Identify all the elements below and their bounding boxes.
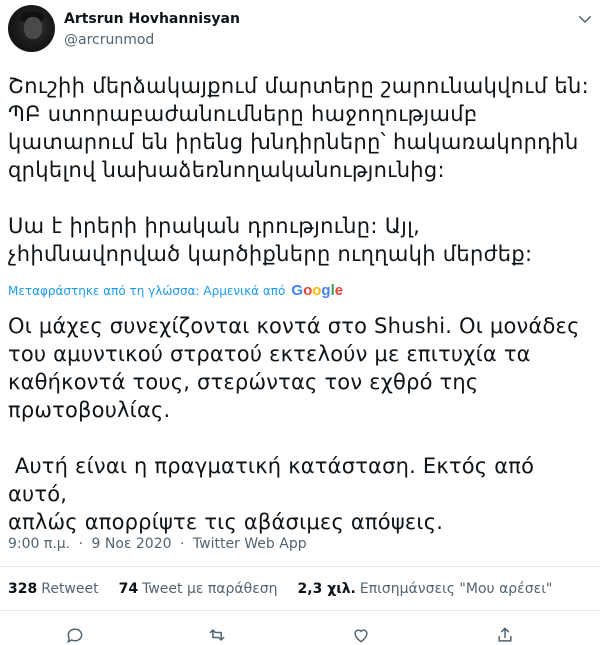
avatar-face bbox=[24, 17, 42, 39]
tweet-translated-text: Οι μάχες συνεχίζονται κοντά στο Shushi. … bbox=[8, 314, 580, 534]
divider bbox=[0, 566, 600, 567]
chevron-down-icon[interactable] bbox=[576, 10, 594, 28]
author-handle[interactable]: @arcrunmod bbox=[64, 30, 240, 50]
translation-note[interactable]: Μεταφράστηκε από τη γλώσσα: Αρμενικά από… bbox=[8, 283, 343, 299]
reply-icon[interactable] bbox=[64, 625, 86, 645]
share-icon[interactable] bbox=[494, 625, 516, 645]
translation-note-text: Μεταφράστηκε από τη γλώσσα: Αρμενικά από bbox=[8, 284, 286, 298]
tweet-source: Twitter Web App bbox=[192, 536, 307, 552]
like-icon[interactable] bbox=[350, 625, 372, 645]
likes-stat[interactable]: 2,3 χιλ. Επισημάνσεις "Μου αρέσει" bbox=[298, 580, 553, 598]
author-name[interactable]: Artsrun Hovhannisyan bbox=[64, 10, 240, 28]
divider bbox=[0, 610, 600, 611]
retweet-icon[interactable] bbox=[206, 625, 228, 645]
author-block[interactable]: Artsrun Hovhannisyan @arcrunmod bbox=[64, 10, 240, 50]
tweet-original-text: Շուշիի մերձակայքում մարտերը շարունակվում… bbox=[8, 74, 589, 266]
meta-separator: · bbox=[179, 536, 185, 552]
tweet-date[interactable]: 9 Νοε 2020 bbox=[91, 536, 171, 552]
tweet-time[interactable]: 9:00 π.μ. bbox=[8, 536, 70, 552]
google-logo: Google bbox=[291, 282, 344, 299]
retweets-stat[interactable]: 328 Retweet bbox=[8, 580, 99, 598]
action-bar bbox=[0, 625, 600, 645]
tweet-meta: 9:00 π.μ. · 9 Νοε 2020 · Twitter Web App bbox=[8, 535, 307, 553]
meta-separator: · bbox=[78, 536, 84, 552]
likes-count: 2,3 χιλ. bbox=[297, 581, 356, 597]
tweet-stats: 328 Retweet 74 Tweet με παράθεση 2,3 χιλ. Ε… bbox=[8, 580, 572, 598]
quotes-stat[interactable]: 74 Tweet με παράθεση bbox=[119, 580, 278, 598]
retweets-count: 328 bbox=[8, 581, 38, 597]
quotes-label: Tweet με παράθεση bbox=[142, 581, 278, 597]
likes-label: Επισημάνσεις "Μου αρέσει" bbox=[359, 581, 553, 597]
quotes-count: 74 bbox=[118, 581, 139, 597]
retweets-label: Retweet bbox=[41, 581, 99, 597]
tweet-detail: Artsrun Hovhannisyan @arcrunmod Շուշիի մ… bbox=[0, 0, 600, 644]
avatar[interactable] bbox=[8, 5, 55, 52]
